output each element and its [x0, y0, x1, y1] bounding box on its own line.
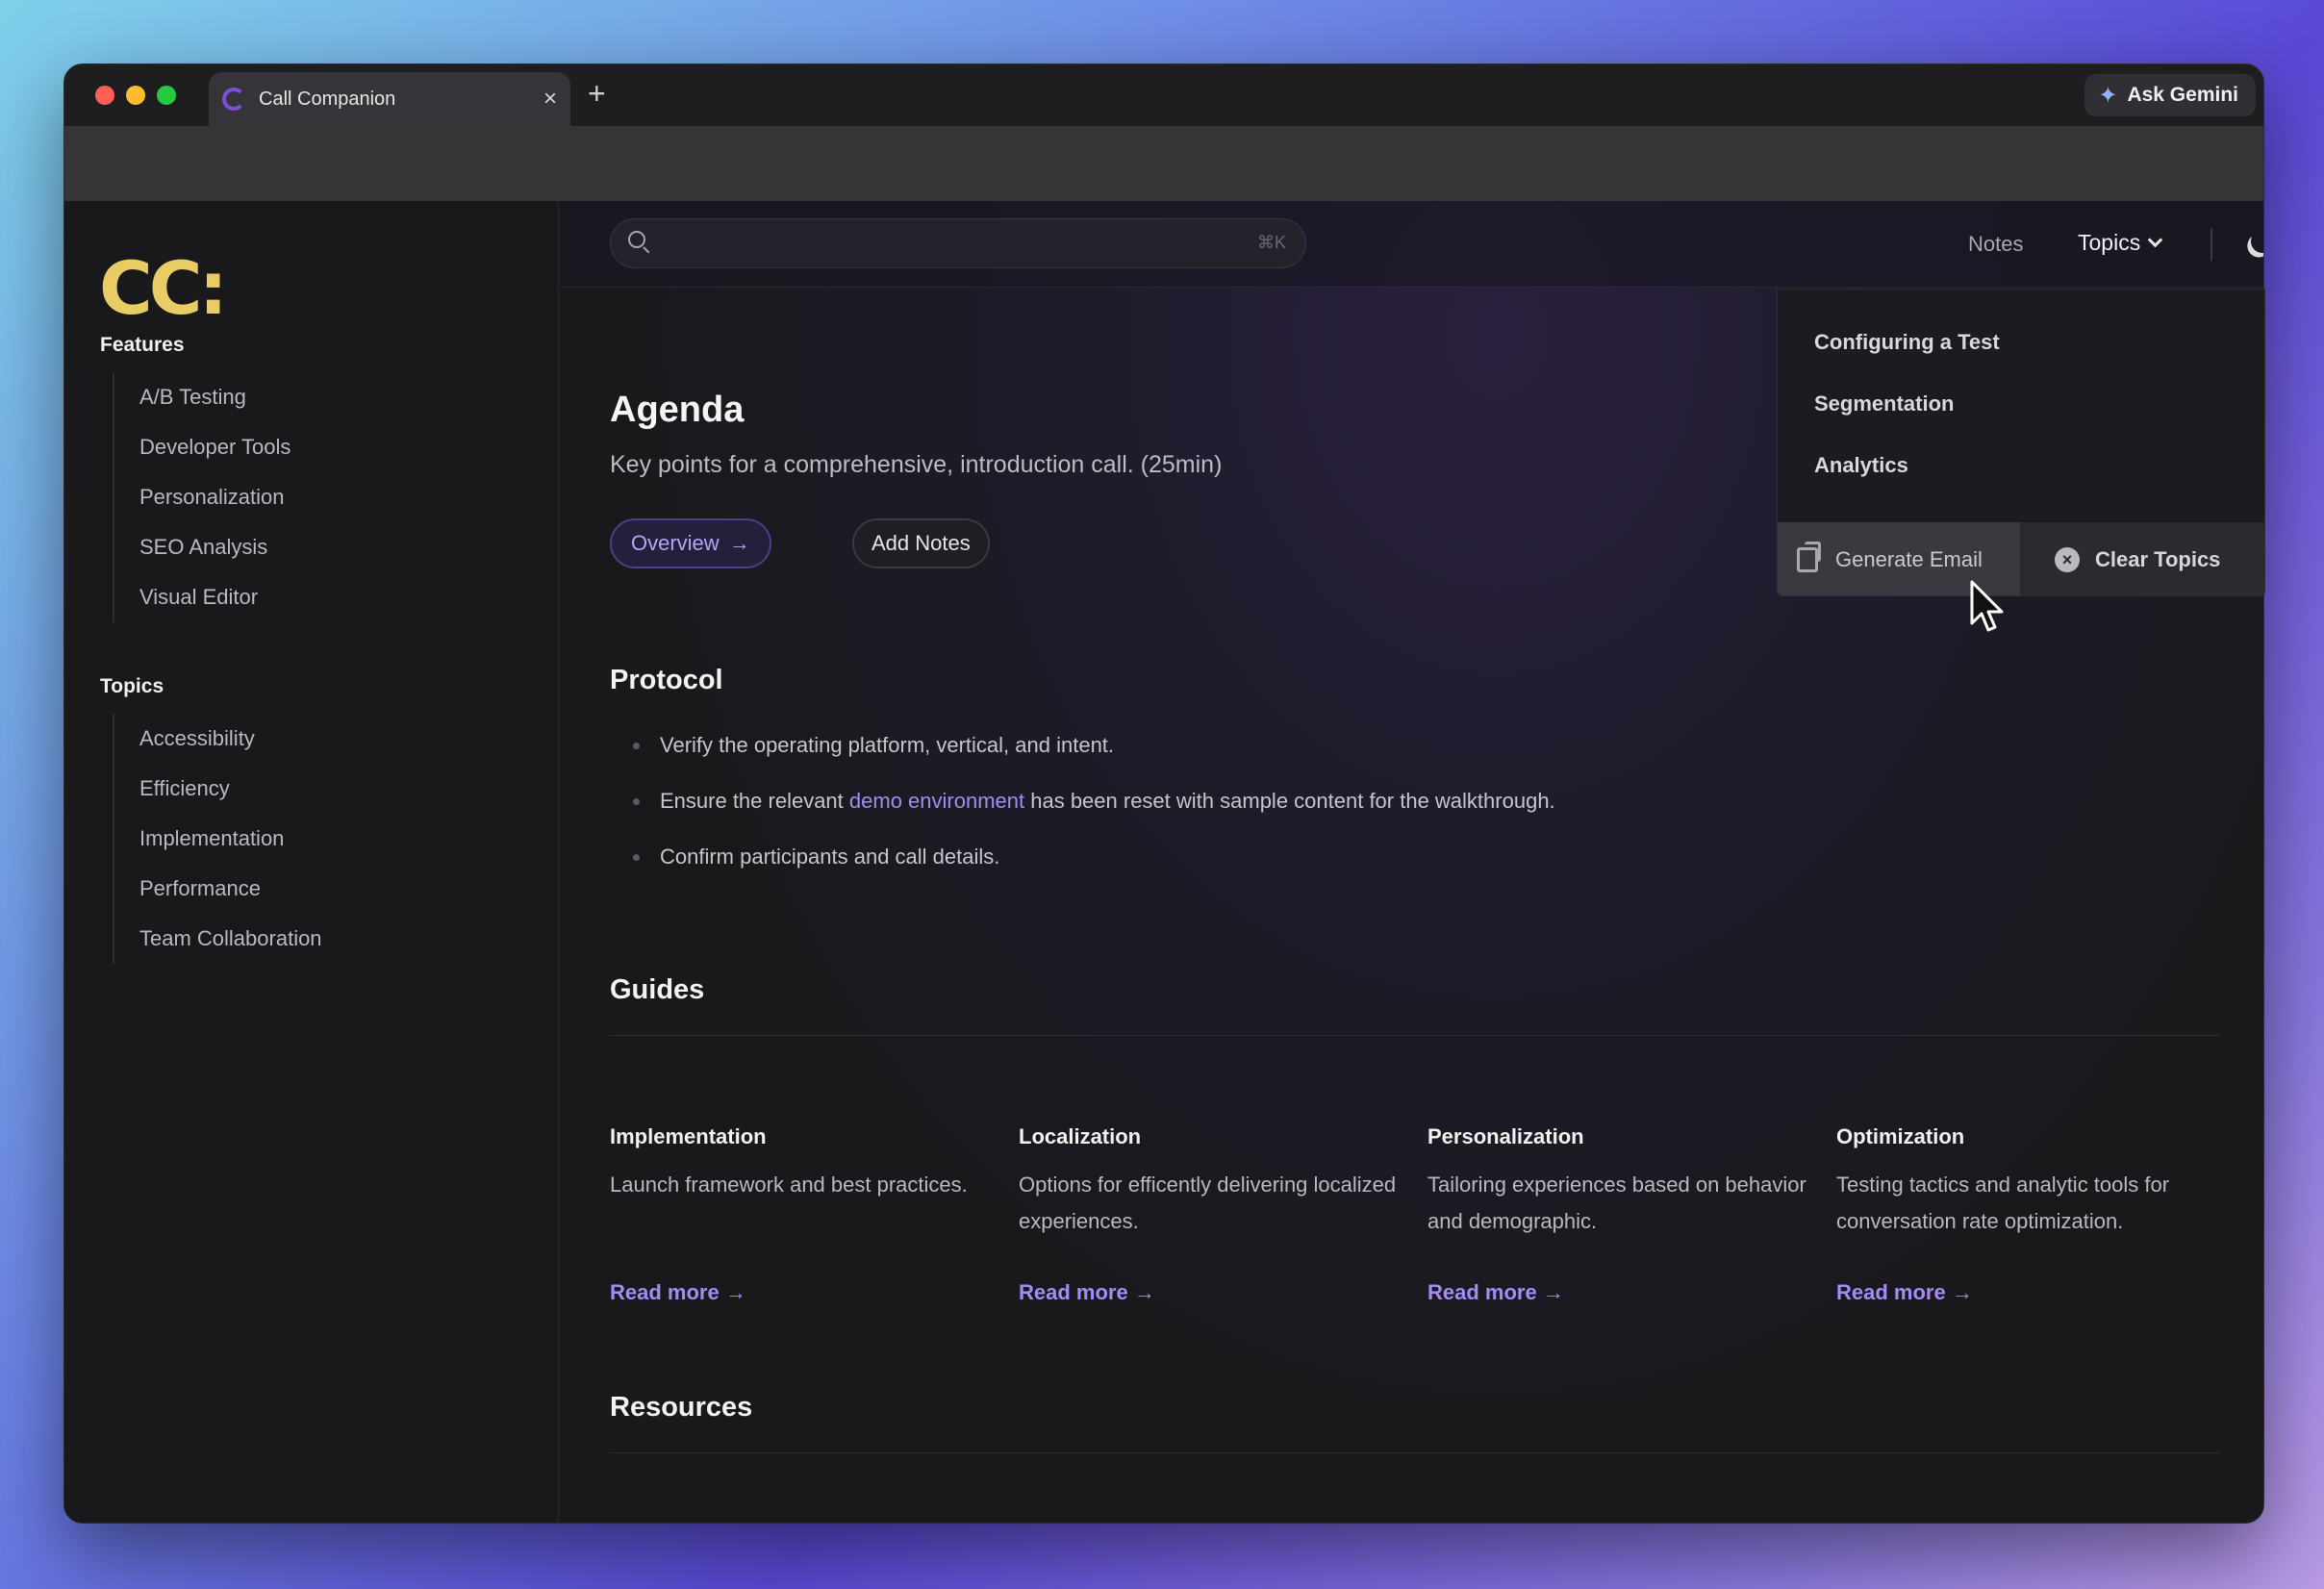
- divider: [610, 1452, 2220, 1453]
- top-bar: ⌘K Notes Topics: [560, 201, 2263, 288]
- list-item: Verify the operating platform, vertical,…: [633, 730, 1555, 786]
- sidebar-item-efficiency[interactable]: Efficiency: [139, 764, 322, 814]
- browser-window: Call Companion × + ✦ Ask Gemini CC: Feat…: [63, 63, 2264, 1524]
- list-item-text: has been reset with sample content for t…: [1024, 789, 1555, 813]
- arrow-right-icon: →: [728, 531, 750, 555]
- page-title: Agenda: [610, 390, 745, 430]
- search-icon: [628, 231, 645, 248]
- sidebar-item-seo-analysis[interactable]: SEO Analysis: [139, 522, 290, 572]
- menu-item-analytics[interactable]: Analytics: [1814, 453, 1908, 478]
- copy-document-icon: [1797, 542, 1821, 572]
- list-item: Ensure the relevant demo environment has…: [633, 786, 1555, 842]
- topics-nav: Accessibility Efficiency Implementation …: [113, 714, 322, 964]
- topics-label: Topics: [2078, 230, 2141, 255]
- generate-email-label: Generate Email: [1835, 547, 1983, 571]
- sidebar-item-implementation[interactable]: Implementation: [139, 814, 322, 864]
- sidebar-item-team-collaboration[interactable]: Team Collaboration: [139, 914, 322, 964]
- guides-grid: Implementation Launch framework and best…: [610, 1124, 2245, 1305]
- guide-description: Tailoring experiences based on behavior …: [1427, 1173, 1806, 1233]
- guide-title: Personalization: [1427, 1124, 1584, 1148]
- protocol-heading: Protocol: [610, 665, 723, 695]
- minimize-window-button[interactable]: [126, 86, 145, 105]
- guide-card: Personalization Tailoring experiences ba…: [1427, 1124, 1836, 1305]
- topics-heading: Topics: [100, 675, 164, 697]
- guide-description: Launch framework and best practices.: [610, 1173, 968, 1197]
- sidebar: CC: Features A/B Testing Developer Tools…: [64, 201, 559, 1523]
- guide-description: Testing tactics and analytic tools for c…: [1836, 1173, 2170, 1233]
- guide-title: Implementation: [610, 1124, 767, 1148]
- sidebar-item-personalization[interactable]: Personalization: [139, 472, 290, 522]
- features-nav: A/B Testing Developer Tools Personalizat…: [113, 372, 290, 622]
- close-window-button[interactable]: [95, 86, 114, 105]
- list-item-text: Ensure the relevant: [660, 789, 849, 813]
- resources-heading: Resources: [610, 1392, 753, 1423]
- sidebar-item-performance[interactable]: Performance: [139, 864, 322, 914]
- overview-button[interactable]: Overview →: [610, 518, 771, 568]
- gemini-sparkle-icon: ✦: [2098, 82, 2118, 109]
- new-tab-button[interactable]: +: [588, 78, 606, 109]
- list-item: Confirm participants and call details.: [633, 842, 1555, 897]
- chevron-down-icon: [2147, 232, 2163, 248]
- page-subtitle: Key points for a comprehensive, introduc…: [610, 451, 1223, 478]
- guides-heading: Guides: [610, 974, 705, 1005]
- sidebar-item-visual-editor[interactable]: Visual Editor: [139, 572, 290, 622]
- overview-label: Overview: [631, 531, 720, 555]
- tab-favicon-icon: [222, 88, 245, 111]
- read-more-link[interactable]: Read more →: [1836, 1280, 1973, 1305]
- sidebar-item-ab-testing[interactable]: A/B Testing: [139, 372, 290, 422]
- sidebar-item-developer-tools[interactable]: Developer Tools: [139, 422, 290, 472]
- ask-gemini-button[interactable]: ✦ Ask Gemini: [2084, 74, 2256, 116]
- menu-item-segmentation[interactable]: Segmentation: [1814, 391, 1954, 416]
- close-circle-icon: ×: [2055, 547, 2080, 572]
- divider: [610, 1035, 2220, 1036]
- guide-description: Options for efficently delivering locali…: [1019, 1173, 1397, 1233]
- demo-environment-link[interactable]: demo environment: [849, 789, 1024, 813]
- search-input[interactable]: ⌘K: [610, 218, 1306, 268]
- dropdown-actions: Generate Email × Clear Topics: [1778, 522, 2264, 595]
- moon-icon[interactable]: [2248, 227, 2263, 257]
- guide-card: Implementation Launch framework and best…: [610, 1124, 1019, 1305]
- browser-tab[interactable]: Call Companion ×: [209, 72, 570, 126]
- maximize-window-button[interactable]: [157, 86, 176, 105]
- protocol-list: Verify the operating platform, vertical,…: [633, 730, 1555, 897]
- tab-title: Call Companion: [259, 88, 396, 110]
- clear-topics-label: Clear Topics: [2095, 547, 2221, 571]
- guide-card: Optimization Testing tactics and analyti…: [1836, 1124, 2245, 1305]
- tab-close-icon[interactable]: ×: [543, 88, 557, 111]
- clear-topics-button[interactable]: × Clear Topics: [2020, 522, 2264, 595]
- features-heading: Features: [100, 334, 185, 356]
- title-bar: Call Companion × + ✦ Ask Gemini: [64, 64, 2263, 126]
- search-shortcut: ⌘K: [1256, 233, 1286, 252]
- ask-gemini-label: Ask Gemini: [2127, 84, 2238, 106]
- add-notes-button[interactable]: Add Notes: [852, 518, 990, 568]
- read-more-link[interactable]: Read more →: [1427, 1280, 1564, 1305]
- sidebar-item-accessibility[interactable]: Accessibility: [139, 714, 322, 764]
- menu-item-configuring-a-test[interactable]: Configuring a Test: [1814, 330, 2000, 355]
- topics-dropdown-toggle[interactable]: Topics: [2078, 230, 2163, 256]
- read-more-link[interactable]: Read more →: [610, 1280, 746, 1305]
- topics-dropdown-menu: Configuring a Test Segmentation Analytic…: [1777, 289, 2265, 596]
- guide-card: Localization Options for efficently deli…: [1019, 1124, 1427, 1305]
- read-more-link[interactable]: Read more →: [1019, 1280, 1155, 1305]
- notes-link[interactable]: Notes: [1968, 232, 2023, 257]
- logo[interactable]: CC:: [99, 245, 228, 331]
- guide-title: Localization: [1019, 1124, 1142, 1148]
- mouse-cursor-icon: [1970, 580, 2004, 632]
- divider: [2210, 228, 2212, 261]
- guide-title: Optimization: [1836, 1124, 1965, 1148]
- address-bar[interactable]: [64, 126, 2263, 201]
